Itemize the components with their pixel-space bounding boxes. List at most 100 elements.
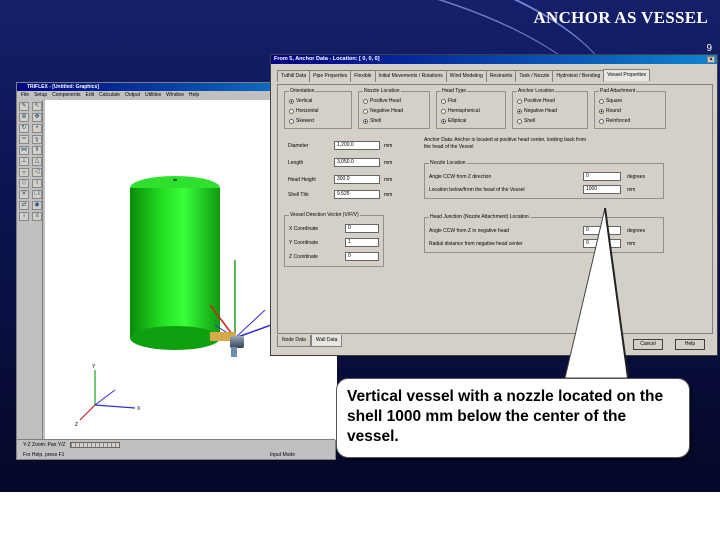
menu-file[interactable]: File bbox=[21, 91, 29, 99]
diameter-field[interactable]: 1,200.0 bbox=[334, 141, 380, 150]
menu-setup[interactable]: Setup bbox=[34, 91, 47, 99]
nozzle-distance-field[interactable]: 1000 bbox=[583, 185, 621, 194]
pipe-icon[interactable]: ═ bbox=[19, 135, 29, 144]
vessel-body[interactable] bbox=[130, 176, 220, 350]
radial-distance-unit: mm bbox=[627, 241, 636, 247]
head-elliptical-radio[interactable]: Elliptical bbox=[441, 118, 466, 124]
elbow-icon[interactable]: ╗ bbox=[32, 135, 42, 144]
anchor-shell-radio[interactable]: Shell bbox=[517, 118, 535, 124]
head-angle-label: Angle CCW from Z in negative head bbox=[429, 228, 510, 234]
node-icon[interactable]: • bbox=[32, 124, 42, 133]
flange-icon[interactable]: ‖ bbox=[32, 146, 42, 155]
rotate-icon[interactable]: ↻ bbox=[19, 124, 29, 133]
anchor-negative-head-radio[interactable]: Negative Head bbox=[517, 108, 557, 114]
reducer-icon[interactable]: ◁ bbox=[32, 168, 42, 177]
radio-icon bbox=[441, 98, 446, 104]
hanger-icon[interactable]: ⌇ bbox=[32, 179, 42, 188]
delete-icon[interactable]: ✕ bbox=[19, 190, 29, 199]
app-status-bar: Y-Z Zoom: Pan Y/Z For Help, press F1 Inp… bbox=[17, 439, 335, 459]
tab-node-data[interactable]: Node Data bbox=[277, 335, 311, 347]
menu-help[interactable]: Help bbox=[189, 91, 199, 99]
anchor-icon[interactable]: ⊥ bbox=[19, 157, 29, 166]
orientation-horizontal-radio[interactable]: Horizontal bbox=[289, 108, 319, 114]
nozzle-angle-field[interactable]: 0 bbox=[583, 172, 621, 181]
radio-label: Shell bbox=[370, 118, 382, 124]
radio-icon bbox=[599, 98, 604, 104]
shell-thk-field[interactable]: 9.525 bbox=[334, 190, 380, 199]
nozzle-shell-radio[interactable]: Shell bbox=[363, 118, 381, 124]
tab-wind-modeling[interactable]: Wind Modeling bbox=[445, 70, 487, 82]
nozzle-angle-label: Angle CCW from Z direction bbox=[429, 174, 492, 180]
y-coordinate-label: Y Coordinate bbox=[289, 240, 319, 246]
pan-icon[interactable]: ✥ bbox=[32, 113, 42, 122]
view-icon[interactable]: ◉ bbox=[32, 201, 42, 210]
nozzle-negative-head-radio[interactable]: Negative Head bbox=[363, 108, 403, 114]
pad-reinforced-radio[interactable]: Reinforced bbox=[599, 118, 630, 124]
radio-label: Positive Head bbox=[524, 98, 555, 104]
svg-text:X: X bbox=[137, 406, 141, 412]
tee-icon[interactable]: ┬ bbox=[19, 168, 29, 177]
length-field[interactable]: 3,050.0 bbox=[334, 158, 380, 167]
restraint-icon[interactable]: △ bbox=[32, 157, 42, 166]
pad-attachment-group: Pad Attachment Square Round Reinforced bbox=[594, 88, 666, 129]
menu-edit[interactable]: Edit bbox=[86, 91, 95, 99]
tab-flexible[interactable]: Flexible bbox=[350, 70, 376, 82]
orientation-skewed-radio[interactable]: Skewed bbox=[289, 118, 314, 124]
nozzle-positive-head-radio[interactable]: Positive Head bbox=[363, 98, 401, 104]
x-coordinate-field[interactable]: 0 bbox=[345, 224, 379, 233]
list-icon[interactable]: ≡ bbox=[32, 212, 42, 221]
nozzle-angle-unit: degrees bbox=[627, 174, 646, 180]
menu-utilities[interactable]: Utilities bbox=[145, 91, 161, 99]
dialog-title-bar[interactable]: From 5, Anchor Data - Location: [ 0, 0, … bbox=[271, 55, 717, 64]
move-icon[interactable]: ⇄ bbox=[19, 201, 29, 210]
tab-hydrotest[interactable]: Hydrotest / Bending bbox=[552, 70, 605, 82]
orientation-vertical-radio[interactable]: Vertical bbox=[289, 98, 312, 104]
select-icon[interactable]: ↖ bbox=[32, 102, 42, 111]
head-angle-field[interactable]: 0 bbox=[583, 226, 621, 235]
pad-square-radio[interactable]: Square bbox=[599, 98, 622, 104]
tab-restraints[interactable]: Restraints bbox=[485, 70, 517, 82]
radio-label: Hemispherical bbox=[448, 108, 480, 114]
menu-window[interactable]: Window bbox=[166, 91, 184, 99]
help-button[interactable]: Help bbox=[675, 339, 705, 350]
head-height-unit: mm bbox=[384, 177, 393, 183]
length-unit: mm bbox=[384, 160, 393, 166]
pencil-icon[interactable]: ✎ bbox=[19, 102, 29, 111]
head-height-field[interactable]: 300.0 bbox=[334, 175, 380, 184]
head-flat-radio[interactable]: Flat bbox=[441, 98, 456, 104]
y-coordinate-field[interactable]: 1 bbox=[345, 238, 379, 247]
pad-round-radio[interactable]: Round bbox=[599, 108, 621, 114]
tab-pipe-properties[interactable]: Pipe Properties bbox=[309, 70, 352, 82]
valve-icon[interactable]: ⋈ bbox=[19, 146, 29, 155]
x-coordinate-label: X Coordinate bbox=[289, 226, 319, 232]
length-label: Length bbox=[288, 160, 304, 166]
radio-selected-icon bbox=[289, 98, 294, 104]
head-hemispherical-radio[interactable]: Hemispherical bbox=[441, 108, 480, 114]
nozzle-pipe[interactable] bbox=[210, 332, 244, 357]
zoom-slider[interactable] bbox=[69, 442, 120, 448]
tab-tuthill-data[interactable]: Tuthill Data bbox=[277, 70, 311, 82]
menu-calculate[interactable]: Calculate bbox=[99, 91, 120, 99]
menu-output[interactable]: Output bbox=[125, 91, 140, 99]
tab-initial-movements[interactable]: Initial Movements / Rotations bbox=[374, 70, 447, 82]
joint-icon[interactable]: ◇ bbox=[19, 179, 29, 188]
head-junction-label: Head Junction (Nozzle Attachment) Locati… bbox=[429, 214, 530, 221]
tab-tank-nozzle[interactable]: Tank / Nozzle bbox=[515, 70, 554, 82]
copy-icon[interactable]: ❐ bbox=[32, 190, 42, 199]
radio-label: Vertical bbox=[296, 98, 313, 104]
tab-vessel-properties[interactable]: Vessel Properties bbox=[603, 69, 651, 81]
radial-distance-field[interactable]: 0 bbox=[583, 239, 621, 248]
cancel-button[interactable]: Cancel bbox=[633, 339, 663, 350]
nozzle-distance-unit: mm bbox=[627, 187, 636, 193]
tab-wall-data[interactable]: Wall Data bbox=[310, 335, 343, 347]
z-coordinate-field[interactable]: 0 bbox=[345, 252, 379, 261]
orientation-label: Orientation bbox=[289, 88, 316, 95]
menu-components[interactable]: Components bbox=[52, 91, 80, 99]
direction-vector-group: Vessel Direction Vector (V/F/V) X Coordi… bbox=[284, 212, 384, 267]
zoom-icon[interactable]: ⊕ bbox=[19, 113, 29, 122]
anchor-positive-head-radio[interactable]: Positive Head bbox=[517, 98, 555, 104]
close-icon[interactable]: × bbox=[707, 56, 715, 63]
radio-selected-icon bbox=[363, 118, 368, 124]
info-icon[interactable]: i bbox=[19, 212, 29, 221]
radio-label: Reinforced bbox=[606, 118, 631, 124]
